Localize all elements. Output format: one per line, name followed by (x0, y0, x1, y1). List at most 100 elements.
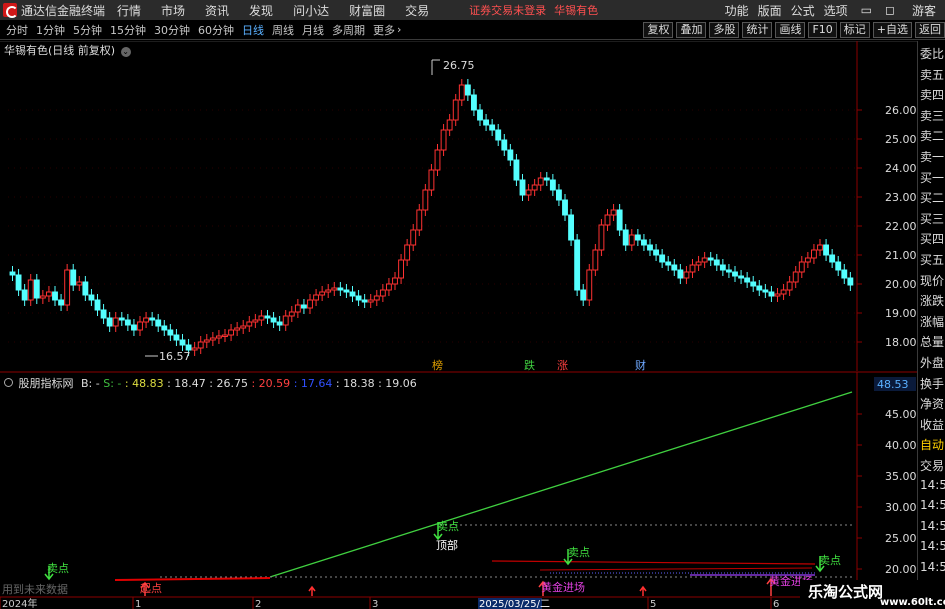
side-panel-label: 买四 (920, 232, 945, 247)
indicator-value-6: : 18.38 (335, 377, 375, 390)
time-tick-jan: 1 (135, 599, 141, 609)
svg-text:卖点: 卖点 (568, 546, 590, 559)
indicator-tick-label: 25.00 (885, 532, 917, 545)
maximize-icon[interactable]: ◻ (885, 3, 895, 17)
indicator-value-7: : 19.06 (378, 377, 417, 390)
period-15min[interactable]: 15分钟 (110, 22, 146, 38)
side-panel-label: 卖四 (920, 88, 945, 103)
time-tick-feb: 2 (255, 599, 261, 609)
price-tick-label: 21.00 (885, 249, 917, 262)
menu-layout[interactable]: 版面 (758, 2, 782, 19)
side-panel-label: 净资 (920, 397, 945, 412)
cursor-date-label: 2025/03/25/二 (479, 599, 550, 609)
svg-text:卖点: 卖点 (819, 554, 841, 567)
indicator-title: 股朋指标网 B: - S: - : 48.83 : 18.47 : 26.75 … (4, 375, 417, 391)
time-tick-may: 5 (650, 599, 656, 609)
indicator-tick-label: 30.00 (885, 501, 917, 514)
side-panel-label: 换手 (920, 376, 945, 391)
menu-trade[interactable]: 交易 (405, 2, 429, 19)
menu-market[interactable]: 市场 (161, 2, 185, 19)
period-60min[interactable]: 60分钟 (198, 22, 234, 38)
menu-ask[interactable]: 问小达 (293, 2, 329, 19)
side-panel-label: 买一 (920, 170, 945, 185)
side-panel-label: 涨跌 (920, 294, 945, 309)
app-title: 通达信金融终端 (21, 3, 106, 18)
menu-wealth[interactable]: 财富圈 (349, 2, 385, 19)
back-button[interactable]: 返回 (915, 22, 945, 38)
side-panel-label: 收益 (920, 417, 945, 432)
guest-label[interactable]: 游客 (912, 2, 936, 19)
add-watchlist-button[interactable]: +自选 (872, 22, 912, 38)
trade-login-notice[interactable]: 证券交易未登录 (469, 2, 546, 18)
overlay-button[interactable]: 叠加 (676, 22, 707, 38)
period-weekly[interactable]: 周线 (272, 22, 294, 38)
side-panel-label: 卖三 (920, 108, 945, 123)
chevron-down-icon[interactable]: ⌄ (120, 47, 131, 57)
period-bar: 分时 1分钟 5分钟 15分钟 30分钟 60分钟 日线 周线 月线 多周期 更… (0, 20, 945, 40)
event-marker[interactable]: 财 (635, 358, 646, 372)
side-panel-label: 14:56 (920, 498, 945, 513)
price-tick-label: 24.00 (885, 162, 917, 175)
quote-side-panel[interactable]: 委比 卖五 卖四 卖三 卖二 卖一 买一 买二 买三 买四 买五 现价 涨跌 涨幅 总量 外盘 换手 净资 收益 自动… (917, 41, 945, 609)
price-tick-label: 26.00 (885, 104, 917, 117)
red-base-line (114, 577, 271, 581)
f10-button[interactable]: F10 (808, 22, 837, 38)
period-1min[interactable]: 1分钟 (36, 22, 65, 38)
up-arrow-icon (308, 585, 316, 596)
price-tick-label: 19.00 (885, 307, 917, 320)
statistics-button[interactable]: 统计 (742, 22, 773, 38)
side-panel-label: 买二 (920, 191, 945, 206)
svg-text:起点: 起点 (140, 582, 162, 595)
event-marker[interactable]: 跌 (524, 358, 535, 372)
settings-icon[interactable] (4, 378, 13, 387)
price-tick-label: 22.00 (885, 220, 917, 233)
side-panel-label: 现价 (920, 273, 945, 288)
price-tick-label: 23.00 (885, 191, 917, 204)
menu-formula[interactable]: 公式 (791, 2, 815, 19)
indicator-green-line (269, 391, 853, 578)
period-5min[interactable]: 5分钟 (73, 22, 102, 38)
period-intraday[interactable]: 分时 (6, 22, 28, 38)
event-marker[interactable]: 涨 (557, 359, 568, 372)
period-more[interactable]: 更多 (373, 22, 395, 38)
side-panel-label: 14:56 (920, 539, 945, 554)
sell-signal-1: 卖点 (44, 562, 69, 581)
price-tick-label: 18.00 (885, 336, 917, 349)
chevron-right-icon[interactable]: › (397, 23, 401, 36)
indicator-tick-label: 40.00 (885, 439, 917, 452)
main-chart-title: 华锡有色(日线 前复权) ⌄ (4, 42, 131, 58)
period-multi[interactable]: 多周期 (332, 22, 365, 38)
chart-canvas[interactable]: 26.00 25.00 24.00 23.00 22.00 21.00 20.00 19.00… (0, 41, 917, 609)
start-point-signal: 起点 (140, 581, 162, 596)
menu-discover[interactable]: 发现 (249, 2, 273, 19)
side-panel-label: 卖五 (920, 67, 945, 82)
draw-line-button[interactable]: 画线 (775, 22, 806, 38)
up-arrow-icon (639, 585, 647, 596)
menu-function[interactable]: 功能 (725, 2, 749, 19)
indicator-value-3: : 26.75 (209, 377, 248, 390)
side-panel-label: 14:56 (920, 477, 945, 492)
menu-options[interactable]: 选项 (824, 2, 848, 19)
side-panel-label: 涨幅 (920, 314, 945, 329)
time-tick-jun: 6 (773, 599, 779, 609)
side-panel-label: 委比 (920, 47, 945, 61)
event-marker[interactable]: 榜 (432, 358, 443, 372)
high-price-label: 26.75 (443, 59, 475, 72)
period-30min[interactable]: 30分钟 (154, 22, 190, 38)
menu-news[interactable]: 资讯 (205, 2, 229, 19)
restore-rights-button[interactable]: 复权 (643, 22, 674, 38)
time-tick-mar: 3 (372, 599, 378, 609)
multi-stock-button[interactable]: 多股 (709, 22, 740, 38)
menu-quotes[interactable]: 行情 (117, 2, 141, 19)
indicator-name[interactable]: 股朋指标网 (19, 377, 74, 390)
period-daily[interactable]: 日线 (242, 22, 264, 38)
period-monthly[interactable]: 月线 (302, 22, 324, 38)
minimize-icon[interactable]: ▭ (861, 3, 872, 17)
main-chart-title-text: 华锡有色(日线 前复权) (4, 44, 116, 57)
red-signal-line (491, 560, 816, 565)
svg-text:黄金进场: 黄金进场 (541, 580, 585, 594)
svg-text:卖点: 卖点 (437, 520, 459, 533)
indicator-tick-label: 20.00 (885, 563, 917, 576)
side-panel-label: 总量 (920, 335, 945, 350)
mark-button[interactable]: 标记 (839, 22, 870, 38)
